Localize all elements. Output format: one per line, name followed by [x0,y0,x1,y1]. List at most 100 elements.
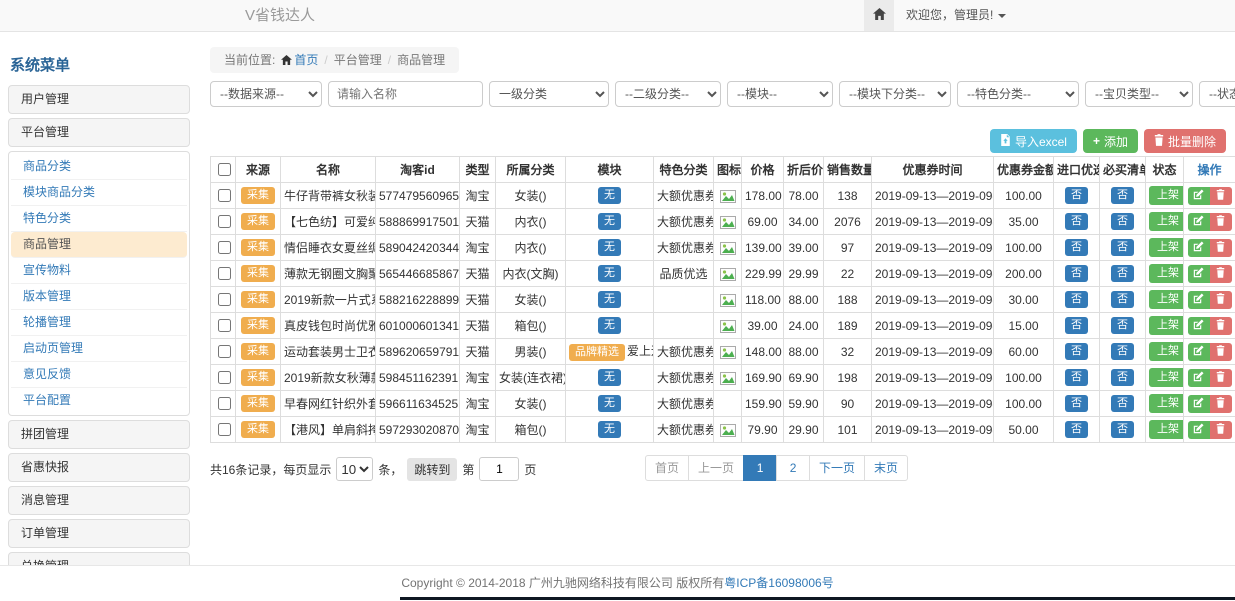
select-all-checkbox[interactable] [218,163,231,176]
filter-select[interactable]: 一级分类 [489,81,609,107]
table-cell [211,313,236,339]
sidebar-item[interactable]: 启动页管理 [11,336,187,362]
batch-delete-button[interactable]: 批量删除 [1144,129,1226,153]
pagination-stats: 共16条记录，每页显示 10 条， 跳转到 第 页 [210,457,536,481]
sidebar-item[interactable]: 意见反馈 [11,362,187,388]
edit-button[interactable] [1188,213,1210,231]
table-cell: 200.00 [994,261,1054,287]
sidebar-item[interactable]: 商品分类 [11,154,187,180]
edit-button[interactable] [1188,421,1210,439]
table-cell: 天猫 [460,209,496,235]
filter-select[interactable]: --模块-- [727,81,833,107]
source-badge: 采集 [241,213,275,230]
edit-button[interactable] [1188,317,1210,335]
table-cell [211,261,236,287]
row-checkbox[interactable] [218,293,231,306]
sidebar-section[interactable]: 消息管理 [8,486,190,515]
table-row: 采集运动套装男士卫衣初秋...589620659791天猫男装()品牌精选爱上运… [211,339,1235,365]
sidebar-item[interactable]: 商品管理 [11,232,187,258]
pager-button[interactable]: 1 [743,455,777,481]
import-select-badge: 否 [1065,291,1088,308]
ops-cell [1184,261,1235,287]
edit-button[interactable] [1188,395,1210,413]
sidebar-item[interactable]: 平台配置 [11,388,187,413]
breadcrumb-home-link[interactable]: 首页 [294,53,318,67]
table-cell [714,183,742,209]
sidebar-item[interactable]: 特色分类 [11,206,187,232]
pager-button[interactable]: 末页 [864,455,908,481]
import-select-badge: 否 [1065,213,1088,230]
import-excel-button[interactable]: 导入excel [990,129,1077,153]
delete-button[interactable] [1210,265,1232,283]
edit-button[interactable] [1188,369,1210,387]
name-search-input[interactable] [328,81,483,107]
sidebar-section[interactable]: 订单管理 [8,519,190,548]
delete-button[interactable] [1210,187,1232,205]
delete-button[interactable] [1210,343,1232,361]
table-cell: 女装() [496,287,566,313]
icp-link[interactable]: 粤ICP备16098006号 [724,576,833,590]
delete-button[interactable] [1210,213,1232,231]
sidebar-item[interactable]: 宣传物料 [11,258,187,284]
row-checkbox[interactable] [218,189,231,202]
delete-button[interactable] [1210,291,1232,309]
filter-select[interactable]: --特色分类-- [957,81,1079,107]
status-badge: 上架 [1149,238,1184,257]
sidebar-section[interactable]: 兑换管理 [8,552,190,565]
table-cell: 品质优选 [654,261,714,287]
row-checkbox[interactable] [218,397,231,410]
column-header: 必买清单 [1100,157,1146,183]
row-checkbox[interactable] [218,345,231,358]
filter-select[interactable]: --模块下分类-- [839,81,951,107]
table-cell: 上架 [1146,365,1184,391]
row-checkbox[interactable] [218,319,231,332]
pager-button[interactable]: 上一页 [688,455,744,481]
edit-button[interactable] [1188,291,1210,309]
sidebar-section[interactable]: 拼团管理 [8,420,190,449]
sidebar-section[interactable]: 用户管理 [8,85,190,114]
delete-button[interactable] [1210,395,1232,413]
filter-select[interactable]: --数据来源-- [210,81,322,107]
add-button[interactable]: + 添加 [1083,129,1138,153]
sidebar-item[interactable]: 轮播管理 [11,310,187,336]
status-badge: 上架 [1149,212,1184,231]
pager-button[interactable]: 首页 [645,455,689,481]
table-cell: 88.00 [784,287,824,313]
user-menu[interactable]: 欢迎您，管理员! [906,0,1006,31]
filter-select[interactable]: --宝贝类型-- [1085,81,1193,107]
column-header: 优惠券金额 [994,157,1054,183]
filter-select[interactable]: --二级分类-- [615,81,721,107]
row-checkbox[interactable] [218,215,231,228]
sidebar-item[interactable]: 版本管理 [11,284,187,310]
welcome-text: 欢迎您，管理员! [906,8,993,22]
per-page-select[interactable]: 10 [336,457,373,481]
edit-button[interactable] [1188,239,1210,257]
table-cell: 采集 [236,391,281,417]
edit-button[interactable] [1188,187,1210,205]
row-checkbox[interactable] [218,267,231,280]
row-checkbox[interactable] [218,371,231,384]
sidebar-section[interactable]: 平台管理 [8,118,190,147]
edit-button[interactable] [1188,343,1210,361]
delete-button[interactable] [1210,369,1232,387]
module-cell: 无 [566,287,654,313]
delete-button[interactable] [1210,239,1232,257]
table-cell: 29.99 [784,261,824,287]
pager-button[interactable]: 下一页 [809,455,865,481]
table-cell: 否 [1054,339,1100,365]
import-select-badge: 否 [1065,369,1088,386]
module-badge: 无 [598,265,621,282]
sidebar-item[interactable]: 模块商品分类 [11,180,187,206]
table-cell: 上架 [1146,313,1184,339]
jump-page-input[interactable] [479,457,519,481]
row-checkbox[interactable] [218,241,231,254]
row-checkbox[interactable] [218,423,231,436]
filter-select[interactable]: --状态-- [1199,81,1235,107]
sidebar-section[interactable]: 省惠快报 [8,453,190,482]
table-toolbar: 导入excel + 添加 批量删除 [210,129,1226,153]
delete-button[interactable] [1210,421,1232,439]
edit-button[interactable] [1188,265,1210,283]
pager-button[interactable]: 2 [776,455,810,481]
delete-button[interactable] [1210,317,1232,335]
home-button[interactable] [864,0,894,31]
